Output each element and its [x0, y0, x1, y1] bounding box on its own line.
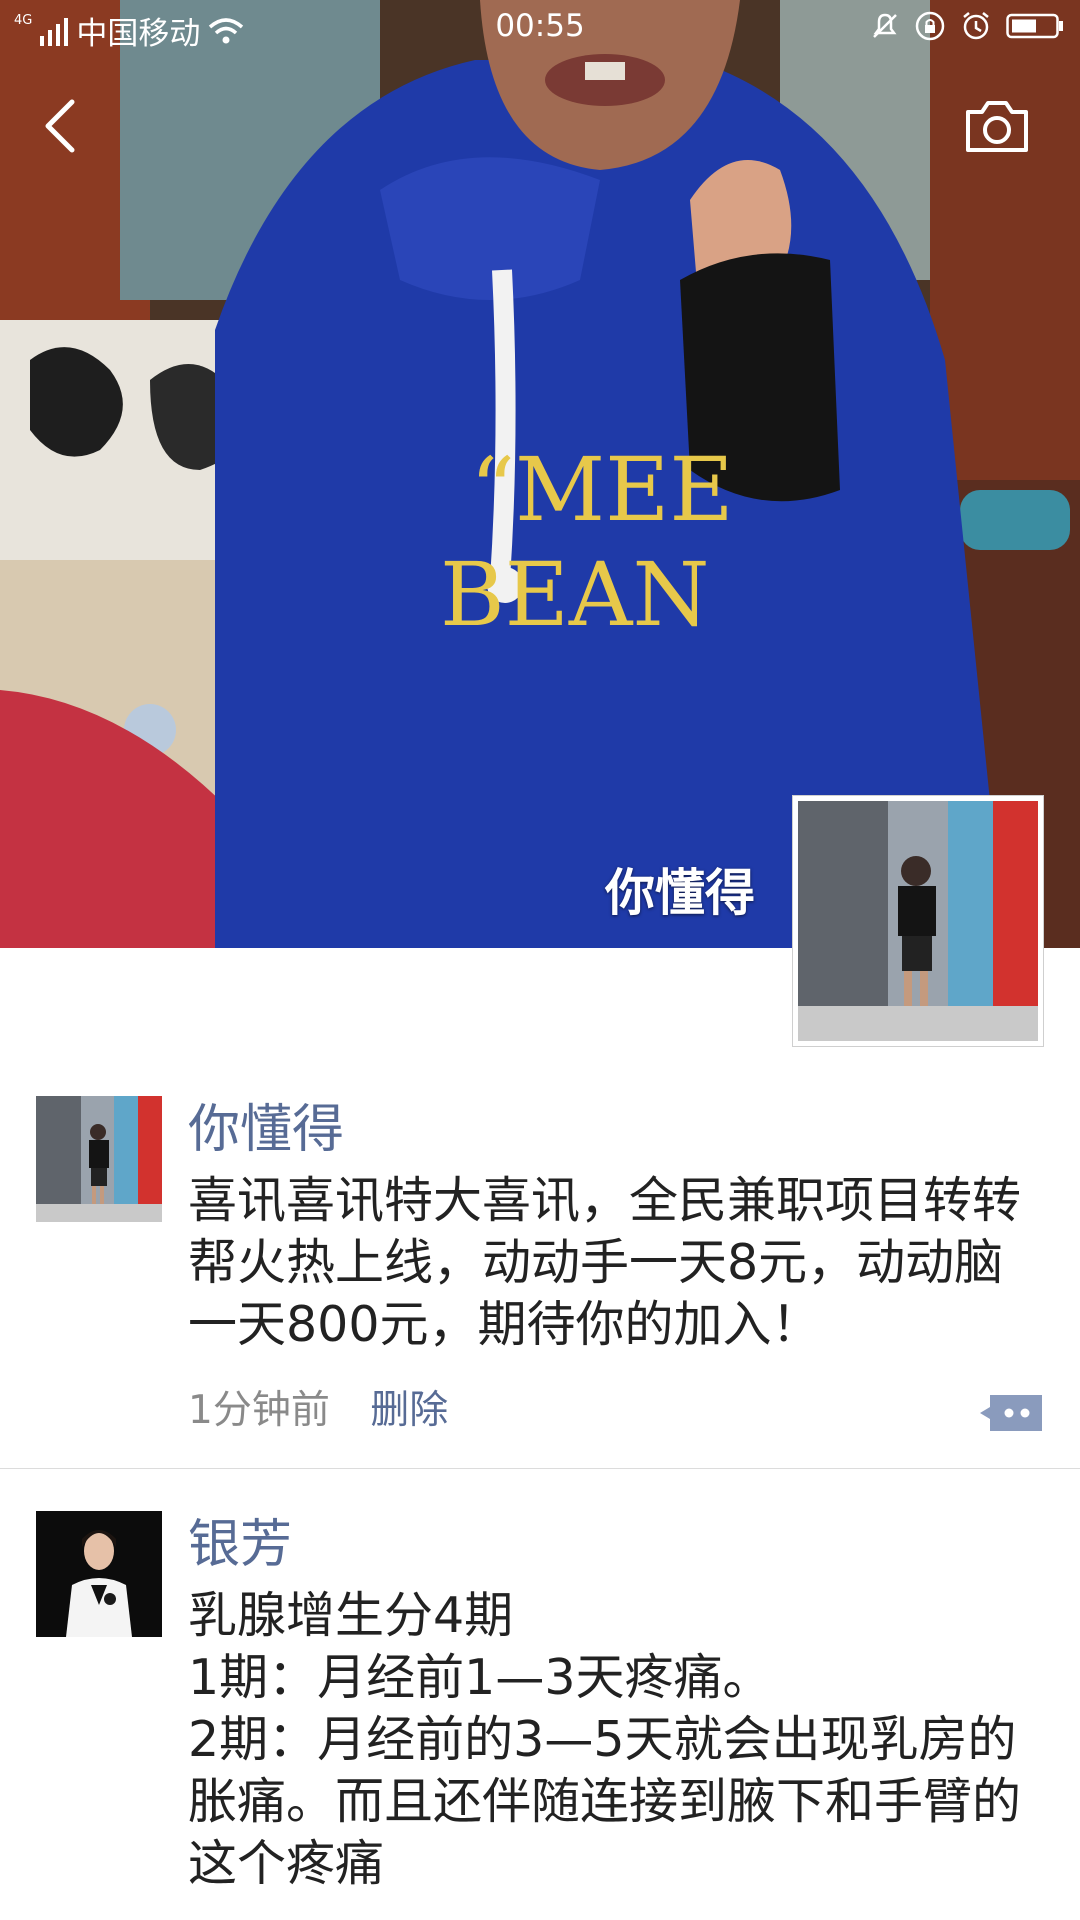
battery-icon: [1006, 12, 1064, 40]
feed-post: 你懂得 喜讯喜讯特大喜讯，全民兼职项目转转帮火热上线，动动手一天8元，动动脑一天…: [0, 1090, 1080, 1444]
moments-screen: “MEE BEAN 4G 中国移动 00:55 你懂得 你懂得 喜讯喜讯特大喜讯…: [0, 0, 1080, 1920]
post-avatar[interactable]: [36, 1096, 162, 1222]
mute-bell-icon: [870, 11, 900, 41]
svg-text:“MEE: “MEE: [470, 438, 734, 541]
comment-dots-icon: [980, 1395, 1042, 1431]
post-author-name[interactable]: 银芳: [188, 1505, 1044, 1585]
status-bar: 4G 中国移动 00:55: [0, 0, 1080, 56]
post-divider: [0, 1468, 1080, 1469]
svg-text:BEAN: BEAN: [440, 543, 709, 646]
profile-name: 你懂得: [605, 864, 755, 922]
avatar-image: [36, 1096, 162, 1222]
post-timestamp: 1分钟前: [188, 1388, 330, 1433]
feed-post: 银芳 乳腺增生分4期 1期：月经前1—3天疼痛。 2期：月经前的3—5天就会出现…: [0, 1505, 1080, 1895]
post-text: 乳腺增生分4期 1期：月经前1—3天疼痛。 2期：月经前的3—5天就会出现乳房的…: [188, 1587, 1022, 1892]
post-text: 喜讯喜讯特大喜讯，全民兼职项目转转帮火热上线，动动手一天8元，动动脑一天800元…: [188, 1172, 1022, 1353]
post-meta: 1分钟前 删除: [188, 1378, 1044, 1444]
post-author-name[interactable]: 你懂得: [188, 1090, 1044, 1170]
avatar-image: [798, 801, 1038, 1041]
rotation-lock-icon: [914, 10, 946, 42]
moments-feed: 你懂得 喜讯喜讯特大喜讯，全民兼职项目转转帮火热上线，动动手一天8元，动动脑一天…: [0, 1090, 1080, 1895]
chevron-left-icon: [45, 99, 75, 153]
alarm-icon: [960, 10, 992, 42]
post-avatar[interactable]: [36, 1511, 162, 1637]
more-actions-button[interactable]: [978, 1390, 1044, 1434]
avatar-image: [36, 1511, 162, 1637]
delete-link[interactable]: 删除: [370, 1388, 448, 1433]
back-button[interactable]: [40, 96, 80, 156]
camera-button[interactable]: [964, 98, 1030, 154]
profile-avatar[interactable]: [792, 795, 1044, 1047]
camera-icon: [966, 101, 1028, 152]
status-right: [870, 10, 1064, 42]
